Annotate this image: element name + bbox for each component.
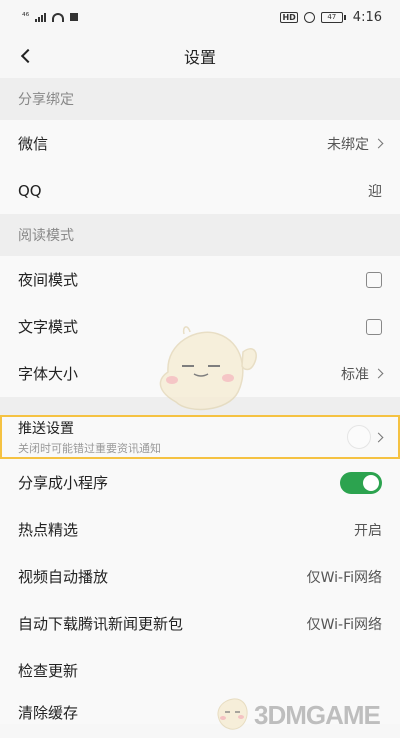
- text-mode-label: 文字模式: [18, 318, 79, 336]
- wechat-status: 未绑定: [327, 136, 369, 153]
- nav-bar: 设置: [0, 34, 400, 78]
- night-mode-checkbox[interactable]: [366, 271, 382, 288]
- night-mode-label: 夜间模式: [18, 271, 79, 289]
- clear-cache-label: 清除缓存: [18, 704, 79, 722]
- touch-indicator: [347, 425, 371, 449]
- check-update-label: 检查更新: [18, 662, 79, 680]
- hot-pick-label: 热点精选: [18, 521, 79, 539]
- auto-download-label: 自动下载腾讯新闻更新包: [18, 615, 184, 633]
- auto-download-row[interactable]: 自动下载腾讯新闻更新包 仅Wi-Fi网络: [0, 600, 400, 647]
- mini-program-toggle[interactable]: [340, 471, 382, 494]
- hd-badge: HD: [280, 11, 298, 23]
- wechat-label: 微信: [18, 135, 49, 153]
- notification-icon: [70, 13, 79, 21]
- mini-program-label: 分享成小程序: [18, 474, 109, 492]
- clock: 4:16: [352, 9, 382, 25]
- status-right: HD 47 4:16: [280, 10, 382, 25]
- night-mode-row[interactable]: 夜间模式: [0, 256, 400, 303]
- chevron-right-icon: [373, 138, 384, 149]
- watermark-text: 3DMGAME: [254, 700, 381, 730]
- section-share-binding: 分享绑定: [0, 78, 400, 120]
- autoplay-label: 视频自动播放: [18, 568, 109, 586]
- watermark-logo-icon: [217, 698, 248, 730]
- signal-icon: [35, 12, 47, 22]
- push-settings-label: 推送设置: [18, 421, 74, 437]
- hot-pick-row[interactable]: 热点精选 开启: [0, 506, 400, 553]
- chevron-right-icon: [373, 368, 384, 379]
- autoplay-row[interactable]: 视频自动播放 仅Wi-Fi网络: [0, 553, 400, 600]
- auto-download-value: 仅Wi-Fi网络: [306, 616, 382, 633]
- status-left: ⁴⁶: [22, 12, 79, 22]
- status-bar: ⁴⁶ HD 47 4:16: [0, 0, 400, 34]
- network-type: ⁴⁶: [22, 12, 30, 22]
- battery-icon: 47: [320, 11, 346, 23]
- section-reading-mode: 阅读模式: [0, 214, 400, 256]
- wifi-icon: [52, 12, 65, 22]
- font-size-label: 字体大小: [18, 365, 79, 383]
- push-settings-row[interactable]: 推送设置 关闭时可能错过重要资讯通知: [0, 415, 400, 459]
- back-button[interactable]: [14, 44, 38, 68]
- mini-program-row: 分享成小程序: [0, 459, 400, 506]
- back-arrow-icon: [20, 48, 36, 64]
- autoplay-value: 仅Wi-Fi网络: [306, 569, 382, 586]
- check-update-row[interactable]: 检查更新: [0, 647, 400, 694]
- hot-pick-value: 开启: [354, 522, 382, 539]
- push-settings-hint: 关闭时可能错过重要资讯通知: [18, 442, 161, 455]
- wechat-row[interactable]: 微信 未绑定: [0, 120, 400, 167]
- text-mode-checkbox[interactable]: [366, 318, 382, 335]
- mascot-watermark-icon: [159, 326, 257, 411]
- battery-level: 47: [327, 13, 337, 21]
- qq-row[interactable]: QQ 迎: [0, 167, 400, 214]
- chevron-right-icon: [373, 432, 384, 442]
- font-size-value: 标准: [341, 366, 369, 383]
- alarm-icon: [303, 11, 315, 23]
- page-title: 设置: [183, 48, 216, 67]
- qq-label: QQ: [18, 181, 42, 200]
- qq-status: 迎: [368, 183, 382, 200]
